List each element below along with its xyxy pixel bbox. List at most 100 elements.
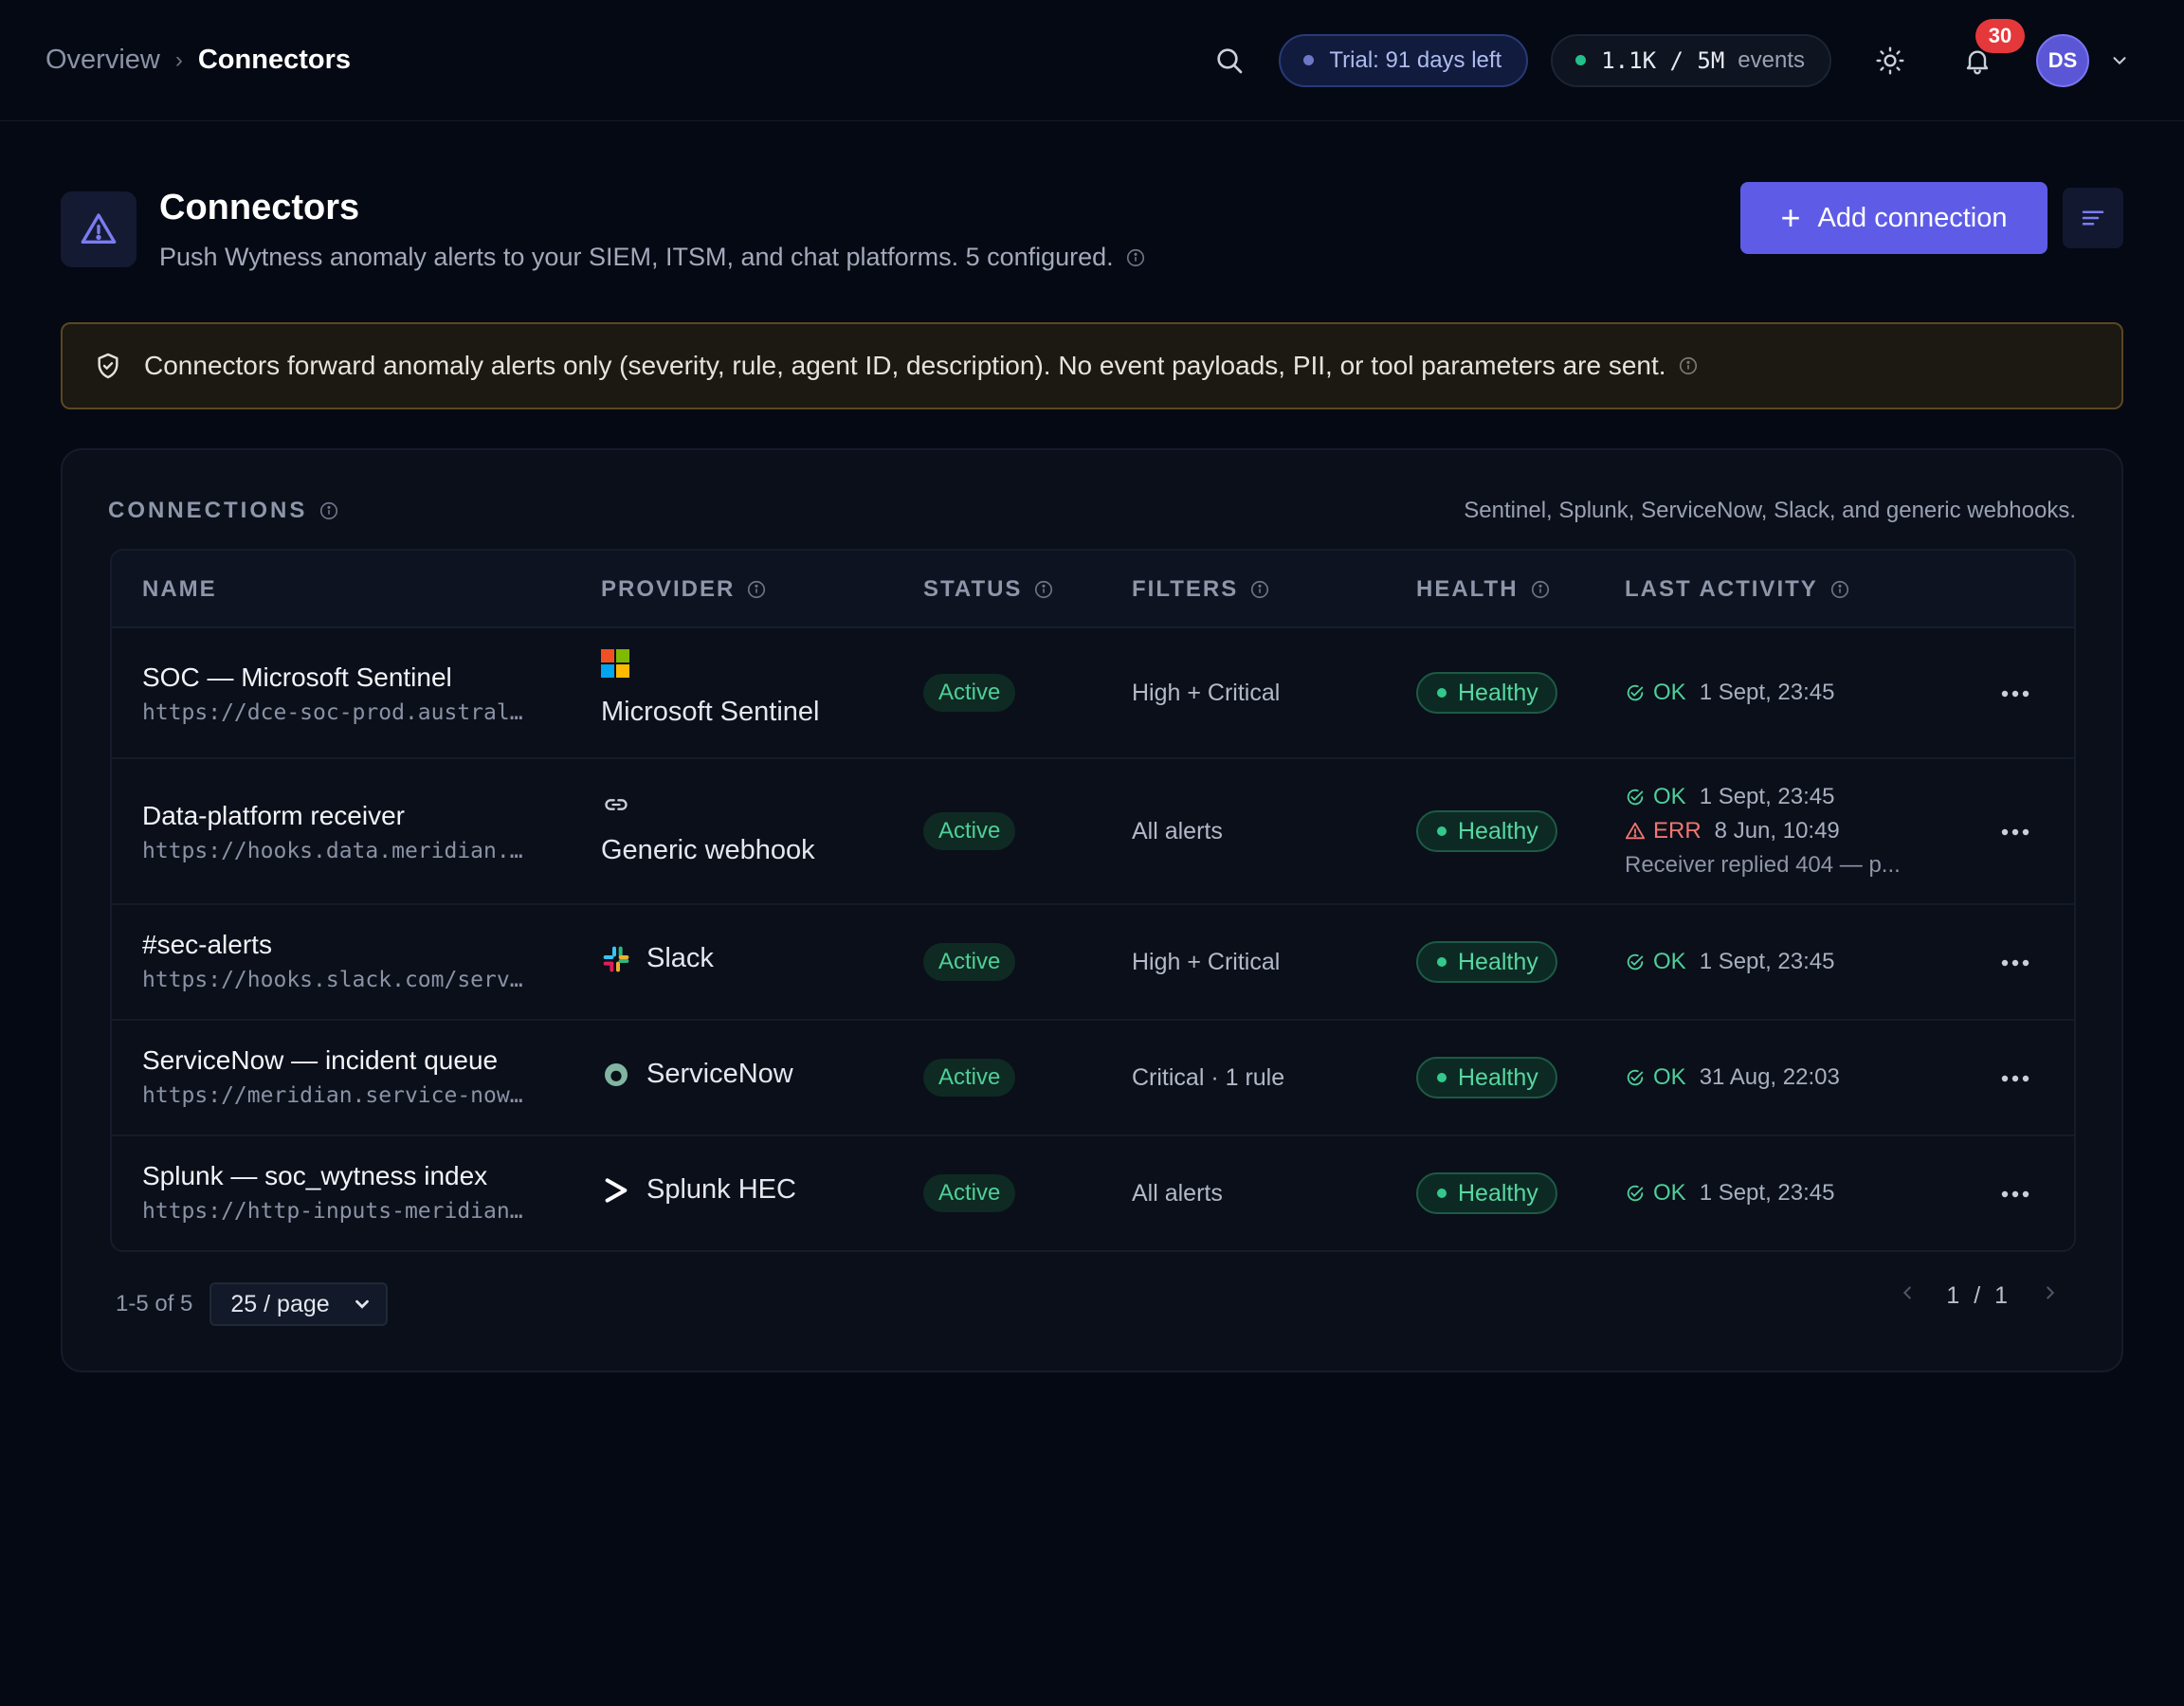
activity-entry: OK 1 Sept, 23:45 <box>1625 676 1834 710</box>
table-row[interactable]: Data-platform receiver https://hooks.dat… <box>112 759 2074 905</box>
column-header-last-activity[interactable]: LAST ACTIVITY <box>1625 551 1850 628</box>
page-subtitle-text: Push Wytness anomaly alerts to your SIEM… <box>159 243 1114 271</box>
row-actions-button[interactable] <box>1993 1175 2038 1213</box>
privacy-notice-banner: Connectors forward anomaly alerts only (… <box>61 322 2123 409</box>
column-header-status[interactable]: STATUS <box>923 551 1054 628</box>
header-icon-tile <box>61 191 136 267</box>
table-row[interactable]: SOC — Microsoft Sentinel https://dce-soc… <box>112 628 2074 759</box>
status-badge: Active <box>923 812 1016 850</box>
check-circle-icon <box>1627 1069 1644 1086</box>
info-icon[interactable] <box>746 579 767 600</box>
connection-name[interactable]: Splunk — soc_wytness index <box>142 1161 559 1191</box>
connection-url: https://dce-soc-prod.austral… <box>142 700 523 725</box>
health-dot <box>1437 1073 1447 1082</box>
table-row[interactable]: #sec-alerts https://hooks.slack.com/serv… <box>112 905 2074 1021</box>
activity-cell: OK 1 Sept, 23:45 <box>1625 1176 1834 1210</box>
column-header-name[interactable]: NAME <box>142 551 217 628</box>
more-horizontal-icon <box>2001 1190 2029 1198</box>
current-page: 1 <box>1946 1282 1964 1309</box>
connection-name[interactable]: #sec-alerts <box>142 930 559 960</box>
servicenow-logo-icon <box>605 1062 628 1086</box>
name-cell: ServiceNow — incident queue https://meri… <box>142 1045 559 1108</box>
info-icon[interactable] <box>1033 579 1054 600</box>
events-dot <box>1575 55 1587 65</box>
events-usage-pill[interactable]: 1.1K / 5M events <box>1551 33 1831 87</box>
connection-url: https://http-inputs-meridian… <box>142 1199 523 1224</box>
row-actions-button[interactable] <box>1993 675 2038 713</box>
activity-time: 1 Sept, 23:45 <box>1699 784 1835 809</box>
status-badge: Active <box>923 1059 1016 1097</box>
plus-icon: + <box>1780 198 1801 237</box>
column-header-health[interactable]: HEALTH <box>1416 551 1551 628</box>
status-badge: Active <box>923 674 1016 712</box>
previous-page-button[interactable] <box>1897 1282 1918 1310</box>
health-badge: Healthy <box>1416 810 1557 852</box>
provider-cell: ServiceNow <box>601 1059 793 1090</box>
activity-cell: OK 1 Sept, 23:45 <box>1625 945 1834 979</box>
activity-entry: OK 1 Sept, 23:45 <box>1625 1176 1834 1210</box>
activity-result: OK <box>1653 949 1686 974</box>
slack-logo-icon <box>603 946 629 971</box>
notifications-button[interactable]: 30 <box>1951 18 2025 87</box>
top-bar: Overview › Connectors Trial: 91 days lef… <box>0 0 2184 121</box>
health-label: Healthy <box>1458 679 1538 706</box>
search-icon <box>1217 47 1243 73</box>
add-connection-button[interactable]: + Add connection <box>1740 182 2048 254</box>
info-icon[interactable] <box>318 500 339 521</box>
table-row[interactable]: ServiceNow — incident queue https://meri… <box>112 1021 2074 1136</box>
page-indicator: 1 / 1 <box>1946 1282 2011 1310</box>
page-size-select[interactable]: 25 / page <box>209 1282 389 1326</box>
health-label: Healthy <box>1458 1063 1538 1091</box>
chevron-down-icon <box>352 1294 373 1315</box>
filters-cell: Critical · 1 rule <box>1132 1064 1285 1091</box>
pagination-summary: 1-5 of 5 25 / page <box>116 1282 389 1326</box>
health-label: Healthy <box>1458 817 1538 844</box>
table-row[interactable]: Splunk — soc_wytness index https://http-… <box>112 1136 2074 1250</box>
check-circle-icon <box>1627 684 1644 701</box>
column-header-label: FILTERS <box>1132 576 1239 602</box>
check-circle-icon <box>1627 953 1644 971</box>
connection-name[interactable]: ServiceNow — incident queue <box>142 1045 559 1076</box>
more-horizontal-icon <box>2001 1075 2029 1082</box>
account-menu-toggle[interactable] <box>2101 42 2138 80</box>
filters-cell: High + Critical <box>1132 680 1281 706</box>
theme-toggle-button[interactable] <box>1864 34 1917 87</box>
row-actions-button[interactable] <box>1993 813 2038 851</box>
health-dot <box>1437 1189 1447 1198</box>
more-horizontal-icon <box>2001 690 2029 698</box>
health-cell: Healthy <box>1416 1172 1557 1214</box>
column-header-filters[interactable]: FILTERS <box>1132 551 1270 628</box>
connection-name[interactable]: SOC — Microsoft Sentinel <box>142 662 559 693</box>
next-page-button[interactable] <box>2040 1282 2061 1310</box>
options-menu-button[interactable] <box>2063 188 2123 248</box>
activity-time: 8 Jun, 10:49 <box>1714 818 1840 844</box>
activity-error-message: Receiver replied 404 — p... <box>1625 852 1901 878</box>
status-cell: Active <box>923 1174 1016 1212</box>
provider-cell: Slack <box>601 943 714 974</box>
notice-text: Connectors forward anomaly alerts only (… <box>144 351 1666 380</box>
status-badge: Active <box>923 1174 1016 1212</box>
chevron-right-icon <box>2047 1286 2055 1299</box>
alert-triangle-icon <box>81 213 117 244</box>
info-icon[interactable] <box>1249 579 1270 600</box>
shield-check-icon <box>93 351 123 381</box>
user-avatar[interactable]: DS <box>2036 33 2089 87</box>
health-cell: Healthy <box>1416 810 1557 852</box>
row-actions-button[interactable] <box>1993 944 2038 982</box>
health-cell: Healthy <box>1416 941 1557 983</box>
provider-cell: Splunk HEC <box>601 1174 796 1206</box>
trial-status-pill[interactable]: Trial: 91 days left <box>1279 33 1529 87</box>
activity-result: OK <box>1653 1064 1686 1090</box>
info-icon[interactable] <box>1678 355 1699 376</box>
activity-result: OK <box>1653 1180 1686 1206</box>
search-button[interactable] <box>1203 34 1256 87</box>
info-icon[interactable] <box>1829 579 1850 600</box>
page-subtitle: Push Wytness anomaly alerts to your SIEM… <box>159 243 1146 272</box>
connection-name[interactable]: Data-platform receiver <box>142 801 559 831</box>
activity-result: OK <box>1653 784 1686 809</box>
breadcrumb-overview-link[interactable]: Overview <box>46 45 160 76</box>
info-icon[interactable] <box>1125 247 1146 268</box>
info-icon[interactable] <box>1530 579 1551 600</box>
row-actions-button[interactable] <box>1993 1060 2038 1098</box>
column-header-provider[interactable]: PROVIDER <box>601 551 767 628</box>
